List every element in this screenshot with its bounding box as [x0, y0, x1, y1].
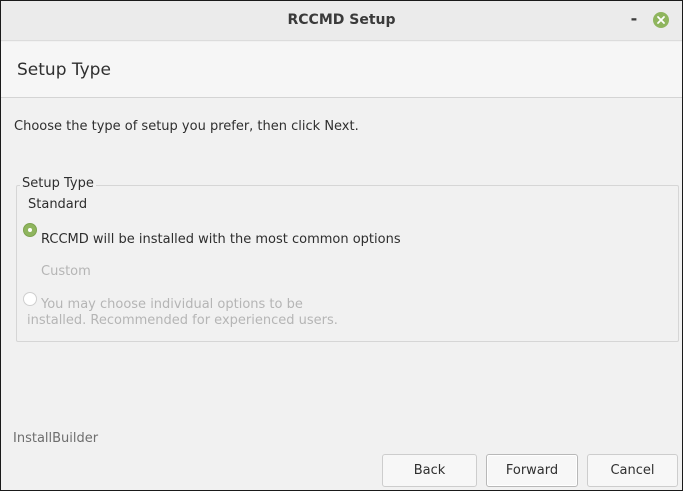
custom-option-description-line1[interactable]: You may choose individual options to be [41, 297, 303, 313]
standard-radio[interactable] [23, 223, 37, 237]
page-title: Setup Type [17, 60, 111, 80]
window-title: RCCMD Setup [287, 12, 396, 28]
cancel-button[interactable]: Cancel [587, 454, 678, 487]
setup-type-legend: Setup Type [20, 176, 96, 191]
setup-window: RCCMD Setup - Setup Type Choose the type… [0, 0, 683, 491]
custom-radio[interactable] [23, 292, 37, 306]
standard-option-title[interactable]: Standard [28, 197, 87, 212]
standard-option-description[interactable]: RCCMD will be installed with the most co… [41, 232, 401, 248]
instruction-text: Choose the type of setup you prefer, the… [14, 119, 359, 134]
custom-option-title[interactable]: Custom [41, 264, 91, 279]
back-button[interactable]: Back [382, 454, 477, 487]
title-bar[interactable]: RCCMD Setup - [1, 1, 682, 41]
close-button[interactable] [653, 12, 669, 28]
forward-button[interactable]: Forward [486, 454, 578, 487]
installbuilder-label: InstallBuilder [13, 431, 99, 446]
page-header: Setup Type [1, 42, 682, 98]
close-icon [657, 16, 665, 24]
custom-option-description-line2[interactable]: installed. Recommended for experienced u… [27, 313, 338, 329]
minimize-button[interactable]: - [624, 10, 644, 30]
